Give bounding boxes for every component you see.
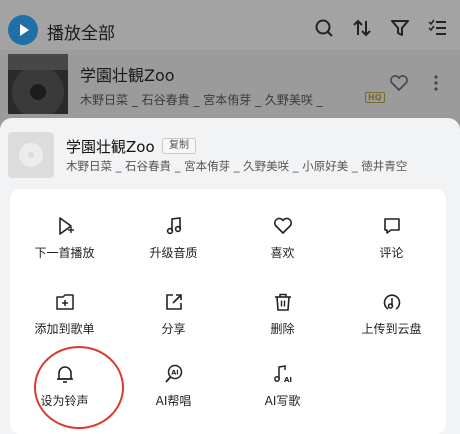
ai-write-button[interactable]: AI AI写歌 (228, 364, 337, 424)
svg-text:AI: AI (171, 369, 178, 377)
sort-icon[interactable] (352, 18, 372, 38)
heart-icon (273, 217, 293, 234)
action-label: AI帮唱 (155, 394, 192, 408)
play-all-button[interactable] (8, 15, 38, 45)
action-label: 下一首播放 (34, 246, 95, 260)
trash-icon (275, 293, 291, 311)
music-note-icon (166, 217, 182, 235)
action-label: 分享 (161, 322, 186, 336)
filter-icon[interactable] (390, 18, 410, 38)
search-icon[interactable] (314, 18, 334, 38)
share-icon (166, 294, 182, 310)
play-all-label[interactable]: 播放全部 (47, 19, 115, 44)
list-header: 播放全部 (0, 0, 460, 50)
play-next-button[interactable]: 下一首播放 (10, 216, 119, 276)
action-label: 升级音质 (149, 246, 198, 260)
svg-text:AI: AI (284, 376, 292, 384)
upload-to-cloud-button[interactable]: 上传到云盘 (337, 292, 446, 352)
action-label: 喜欢 (270, 246, 295, 260)
sheet-song-title: 学園壮観Zoo (66, 138, 155, 156)
copy-button[interactable]: 复制 (162, 138, 196, 154)
multi-select-icon[interactable] (428, 18, 448, 38)
action-label: 上传到云盘 (361, 322, 422, 336)
cloud-upload-icon (383, 294, 401, 310)
ai-write-icon: AI (274, 365, 292, 384)
disc-icon (19, 143, 43, 167)
album-cover (8, 54, 68, 114)
action-label: 添加到歌单 (34, 322, 95, 336)
more-icon[interactable] (433, 74, 439, 92)
upgrade-quality-button[interactable]: 升级音质 (119, 216, 228, 276)
action-label: AI写歌 (264, 394, 301, 408)
quality-badge: HQ (365, 92, 385, 103)
delete-button[interactable]: 删除 (228, 292, 337, 352)
action-label: 删除 (270, 322, 295, 336)
play-next-icon (59, 217, 74, 235)
like-button[interactable]: 喜欢 (228, 216, 337, 276)
comment-icon (384, 218, 400, 234)
highlight-circle (34, 346, 124, 429)
folder-add-icon (56, 294, 74, 310)
song-artists: 木野日菜 _ 石谷春貴 _ 宮本侑芽 _ 久野美咲 _ (80, 93, 323, 107)
album-cover (8, 132, 54, 178)
song-title: 学園壮観Zoo (80, 66, 175, 85)
sheet-song-info: 学園壮観Zoo 复制 木野日菜 _ 石谷春貴 _ 宮本侑芽 _ 久野美咲 _ 小… (0, 118, 460, 186)
heart-icon[interactable] (389, 74, 409, 92)
add-to-playlist-button[interactable]: 添加到歌单 (10, 292, 119, 352)
sheet-song-artists: 木野日菜 _ 石谷春貴 _ 宮本侑芽 _ 久野美咲 _ 小原好美 _ 徳井青空 (66, 159, 408, 173)
play-icon (20, 24, 29, 36)
share-button[interactable]: 分享 (119, 292, 228, 352)
action-label: 评论 (379, 246, 404, 260)
comment-button[interactable]: 评论 (337, 216, 446, 276)
ai-sing-button[interactable]: AI AI帮唱 (119, 364, 228, 424)
ai-sing-icon: AI (165, 364, 183, 383)
